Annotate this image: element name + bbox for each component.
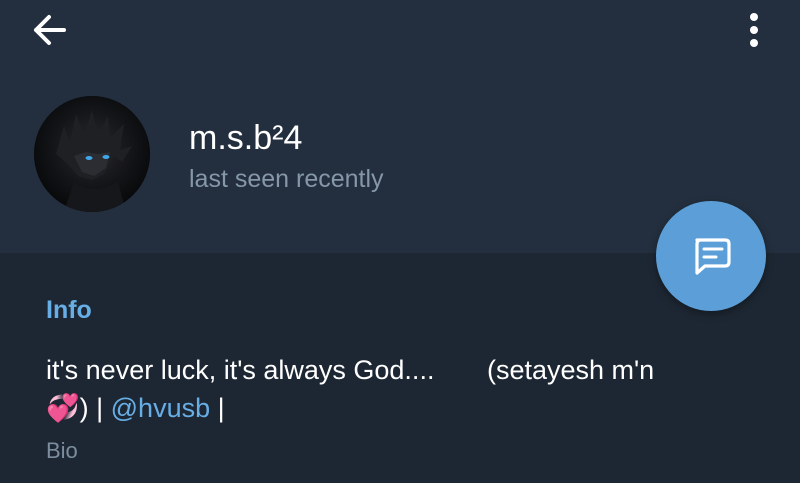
back-button[interactable] (28, 10, 72, 50)
arrow-left-icon (34, 15, 66, 45)
bio-text[interactable]: it's never luck, it's always God.... (se… (46, 351, 746, 427)
bio-label: Bio (46, 438, 78, 463)
avatar[interactable] (34, 96, 150, 212)
bio-separator: ) | (79, 393, 111, 423)
two-hearts-emoji: 💞 (46, 393, 80, 423)
message-icon (695, 238, 731, 275)
username-link[interactable]: @hvusb (111, 393, 210, 423)
profile-screen: m.s.b²4 last seen recently Info it's nev… (0, 0, 800, 483)
last-seen-status: last seen recently (189, 165, 384, 193)
info-section-title: Info (46, 296, 92, 324)
profile-name: m.s.b²4 (189, 119, 303, 157)
profile-photo (34, 96, 150, 212)
bio-separator-end: | (210, 393, 225, 423)
bio-line: it's never luck, it's always God.... (se… (46, 355, 655, 385)
send-message-button[interactable] (656, 201, 766, 311)
more-options-button[interactable] (732, 8, 776, 52)
more-vertical-icon (750, 13, 758, 47)
